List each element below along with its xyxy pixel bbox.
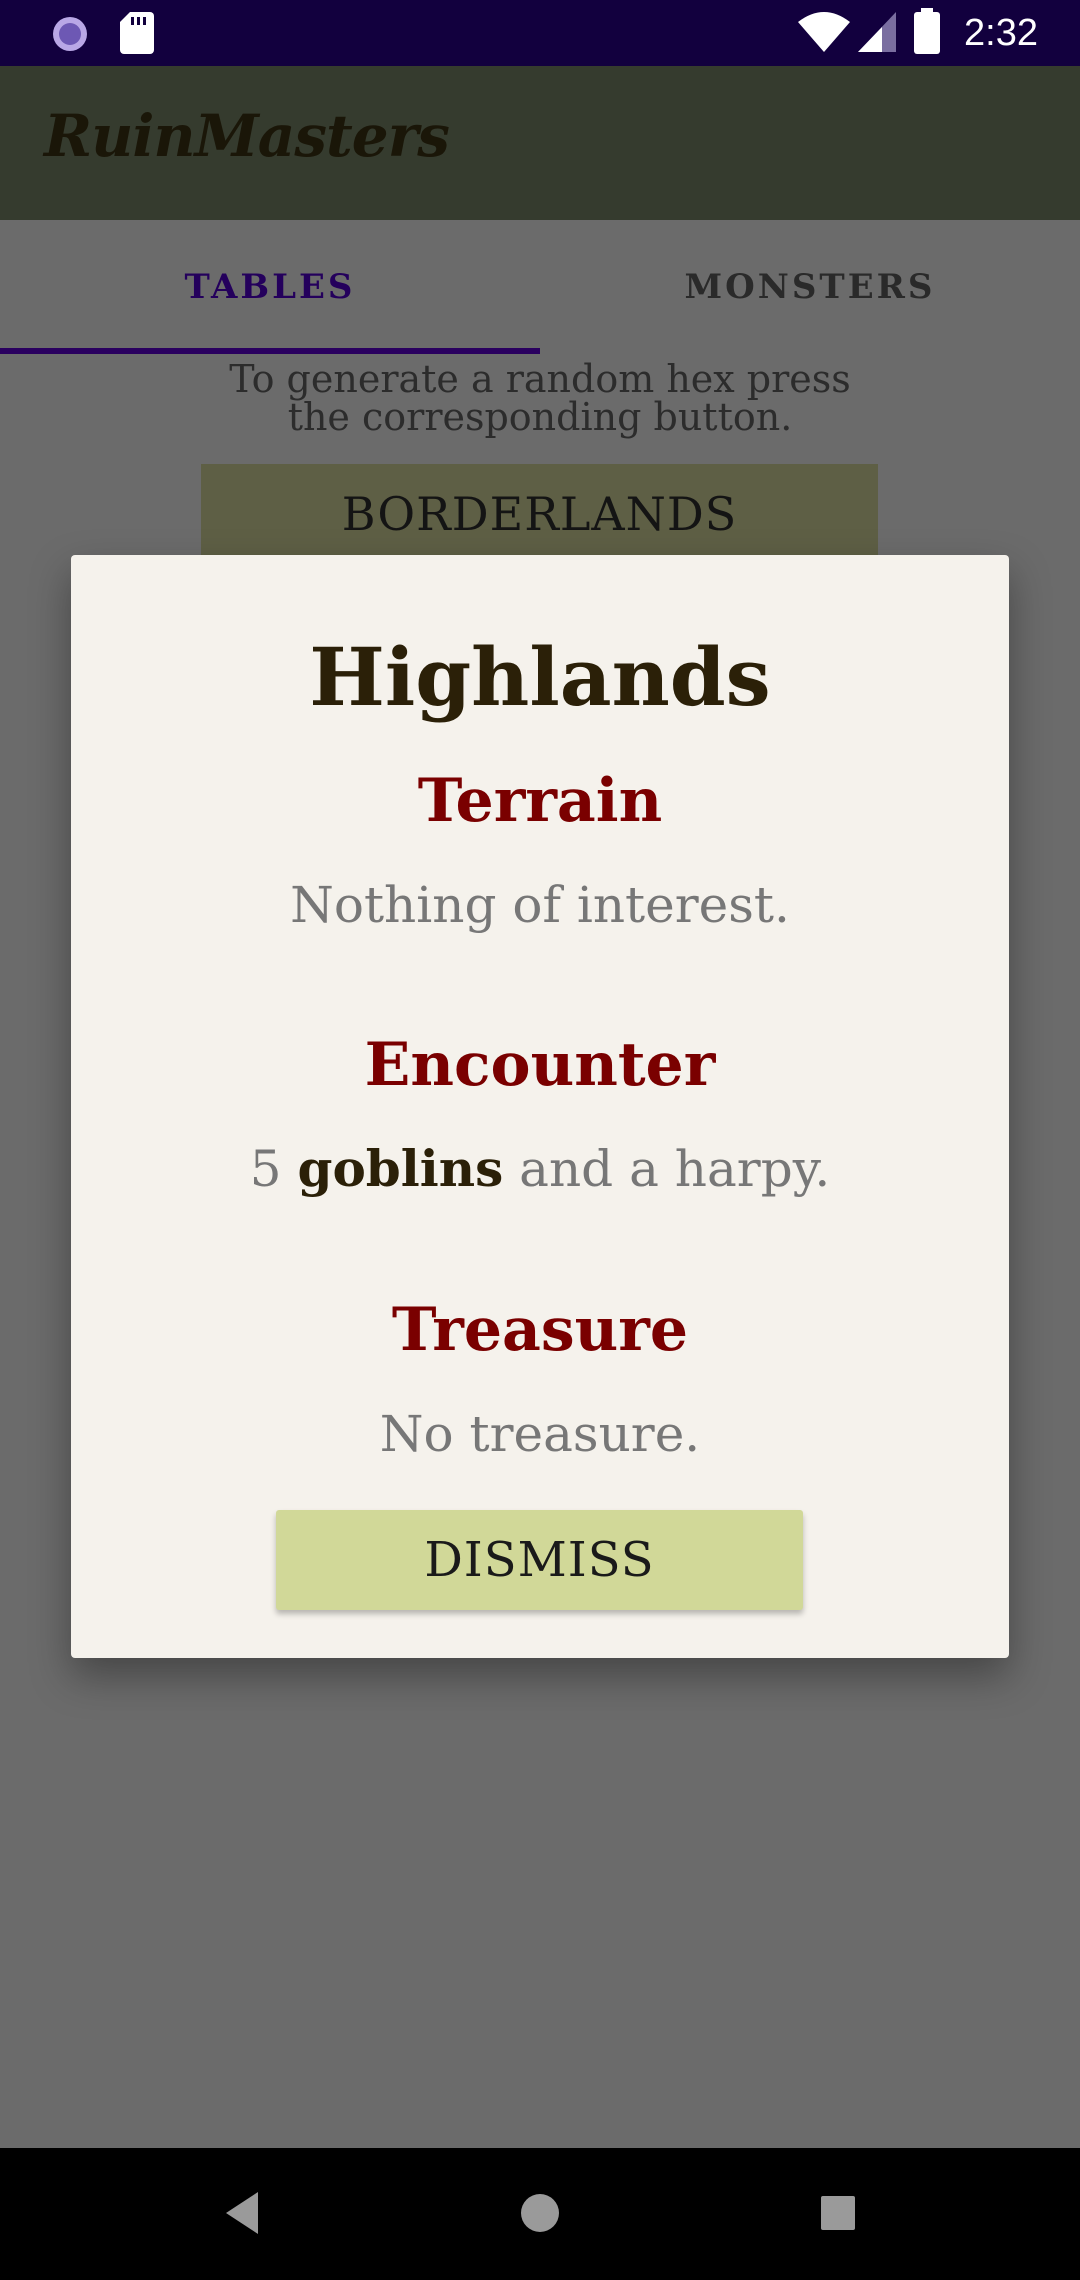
- dismiss-button[interactable]: DISMISS: [276, 1510, 803, 1610]
- app-bar: RuinMasters: [0, 66, 1080, 220]
- status-time: 2:32: [964, 12, 1038, 54]
- tab-monsters[interactable]: MONSTERS: [540, 220, 1080, 354]
- status-bar: 2:32: [0, 0, 1080, 66]
- recents-icon[interactable]: [818, 2188, 858, 2238]
- dialog-title: Highlands: [309, 630, 771, 724]
- sd-card-icon: [120, 12, 154, 54]
- wifi-icon: [798, 12, 850, 52]
- encounter-count: 5: [249, 1140, 282, 1198]
- encounter-rest: and a harpy.: [519, 1140, 831, 1198]
- signal-icon: [858, 12, 896, 52]
- settings-sync-icon: [53, 17, 87, 51]
- battery-icon: [914, 8, 940, 54]
- encounter-text: 5 goblins and a harpy.: [71, 1137, 1009, 1201]
- instructions-line-1: To generate a random hex press: [229, 357, 851, 401]
- tab-tables[interactable]: TABLES: [0, 220, 540, 354]
- encounter-monster-link[interactable]: goblins: [298, 1139, 504, 1198]
- encounter-heading: Encounter: [364, 1030, 716, 1100]
- treasure-text: No treasure.: [379, 1405, 701, 1463]
- treasure-heading: Treasure: [391, 1295, 689, 1365]
- tab-bar: TABLES MONSTERS: [0, 220, 1080, 354]
- back-icon[interactable]: [222, 2188, 262, 2238]
- home-icon[interactable]: [519, 2188, 561, 2238]
- app-title: RuinMasters: [44, 102, 450, 170]
- terrain-text: Nothing of interest.: [290, 876, 790, 934]
- navigation-bar: [0, 2148, 1080, 2280]
- instructions-text: To generate a random hex press the corre…: [0, 360, 1080, 436]
- tab-indicator: [0, 348, 540, 354]
- hex-result-dialog: Highlands Terrain Nothing of interest. E…: [71, 555, 1009, 1658]
- terrain-heading: Terrain: [417, 766, 663, 836]
- instructions-line-2: the corresponding button.: [287, 395, 793, 439]
